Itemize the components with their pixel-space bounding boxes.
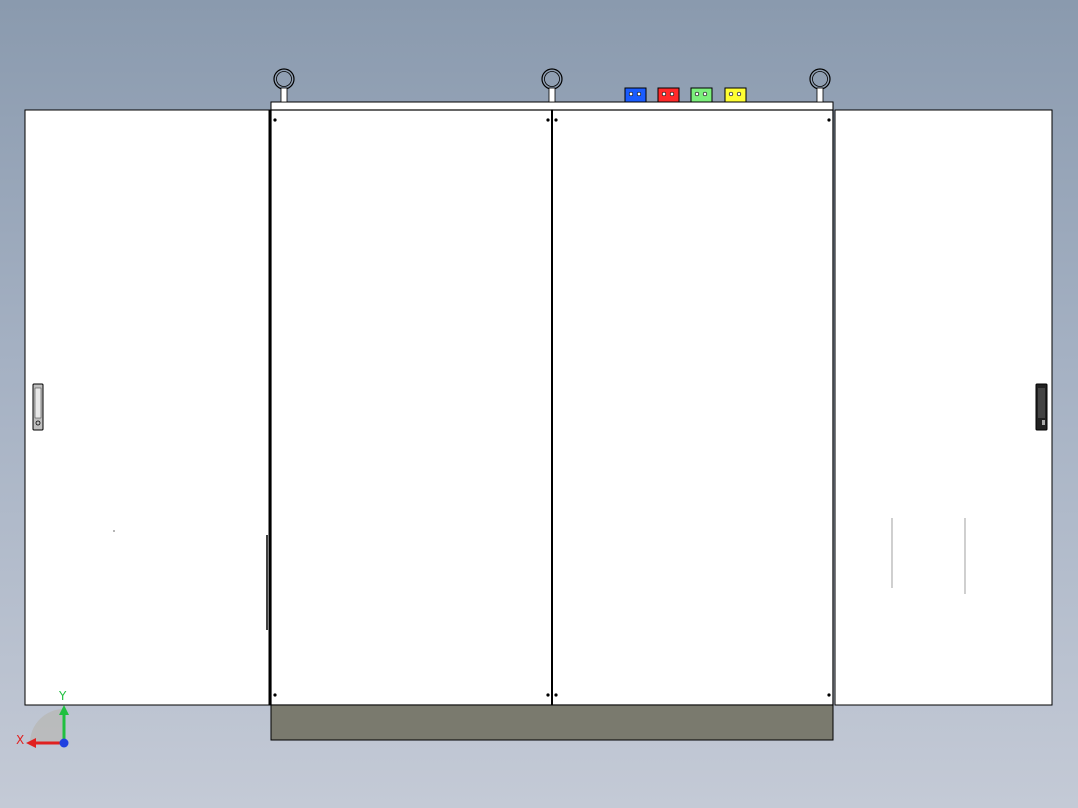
terminal-blocks <box>624 87 747 103</box>
blue-terminal <box>624 87 647 103</box>
x-axis-label: X <box>16 733 25 747</box>
green-terminal <box>690 87 713 103</box>
yellow-terminal <box>724 87 747 103</box>
cabinet-model <box>24 68 1053 748</box>
axis-triad <box>26 705 69 748</box>
right-door-handle <box>1035 383 1048 431</box>
left-door-handle <box>32 383 44 431</box>
left-door-panel <box>24 109 271 706</box>
right-door-panel <box>834 109 1053 706</box>
lifting-eye-left <box>273 68 295 103</box>
lifting-eye-center <box>541 68 563 103</box>
front-door-left <box>270 109 553 706</box>
graphics-viewport[interactable]: Y X <box>0 0 1078 808</box>
cabinet-top-strip <box>270 101 834 111</box>
y-axis-label: Y <box>59 689 67 703</box>
red-terminal <box>657 87 680 103</box>
cabinet-plinth <box>270 704 834 741</box>
front-door-right <box>551 109 834 706</box>
lifting-eye-right <box>809 68 831 103</box>
